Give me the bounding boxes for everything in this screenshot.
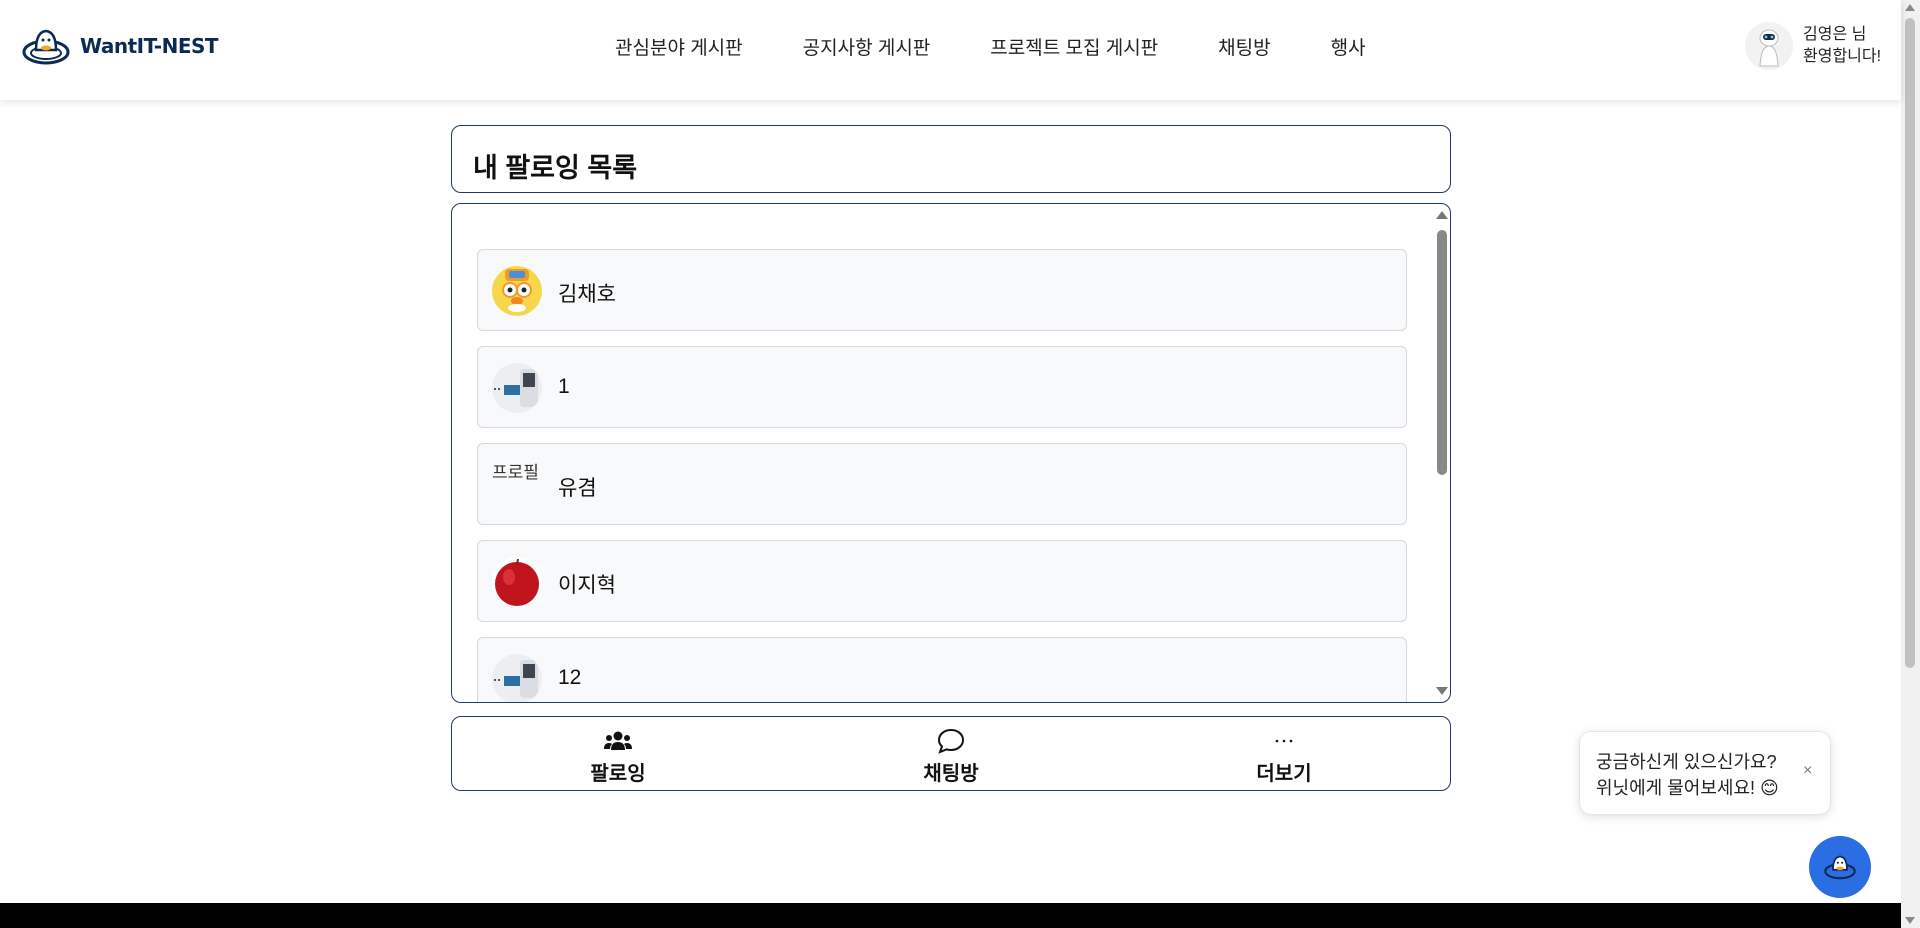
following-item[interactable]: 이지혁: [477, 540, 1407, 622]
tab-following[interactable]: 팔로잉: [558, 727, 678, 786]
following-name: 12: [558, 666, 582, 689]
main-nav: 관심분야 게시판 공지사항 게시판 프로젝트 모집 게시판 채팅방 행사: [615, 33, 1366, 60]
chatbot-line-2: 위닛에게 물어보세요! 😊: [1596, 778, 1779, 798]
chat-bubble-icon: [891, 727, 1011, 755]
tab-more-label: 더보기: [1256, 763, 1312, 785]
nest-logo-icon: [1824, 855, 1856, 880]
chatbot-line-1: 궁금하신게 있으신가요?: [1596, 752, 1777, 772]
following-item[interactable]: 1: [477, 346, 1407, 428]
greeting-line-2: 환영합니다!: [1803, 48, 1882, 65]
chatbot-tooltip: 궁금하신게 있으신가요? 위닛에게 물어보세요! 😊 ×: [1579, 731, 1831, 815]
user-avatar[interactable]: [1745, 22, 1793, 70]
user-greeting: 김영은 님 환영합니다!: [1803, 24, 1881, 68]
following-item[interactable]: 12: [477, 637, 1407, 702]
tab-chatroom[interactable]: 채팅방: [891, 727, 1011, 786]
following-name: 1: [558, 375, 570, 398]
page-scrollbar[interactable]: [1901, 0, 1920, 928]
tab-following-label: 팔로잉: [590, 763, 646, 785]
greeting-line-1: 김영은 님: [1803, 26, 1867, 43]
robot-avatar-icon: [1745, 22, 1793, 70]
following-name: 김채호: [558, 283, 616, 306]
chatbot-button[interactable]: [1809, 836, 1871, 898]
device-avatar-icon: [492, 363, 542, 413]
following-name: 이지혁: [558, 574, 616, 597]
nav-notice-board[interactable]: 공지사항 게시판: [803, 33, 931, 60]
logo-text: WantIT-NEST: [80, 34, 219, 58]
following-item[interactable]: 김채호: [477, 249, 1407, 331]
scrollbar-thumb[interactable]: [1437, 230, 1447, 475]
scroll-down-arrow-icon[interactable]: [1436, 687, 1448, 695]
footer-bar: [0, 903, 1901, 928]
broken-image-alt-text: 프로필: [492, 463, 539, 482]
chatbot-tooltip-text: 궁금하신게 있으신가요? 위닛에게 물어보세요! 😊: [1596, 749, 1779, 801]
tab-more[interactable]: 더보기: [1224, 727, 1344, 786]
page-scrollbar-thumb[interactable]: [1905, 18, 1915, 668]
nest-logo-icon: [22, 29, 70, 65]
nav-project-board[interactable]: 프로젝트 모집 게시판: [990, 33, 1158, 60]
list-scrollbar[interactable]: [1434, 208, 1448, 698]
page-scroll-down-icon[interactable]: [1905, 917, 1915, 924]
following-name: 유겸: [558, 477, 597, 500]
page-scroll-up-icon[interactable]: [1905, 4, 1915, 11]
scroll-up-arrow-icon[interactable]: [1436, 211, 1448, 219]
device-avatar-icon: [492, 654, 542, 702]
ellipsis-icon: [1224, 727, 1344, 755]
following-title-box: 내 팔로잉 목록: [451, 125, 1451, 193]
pororo-avatar-icon: [492, 266, 542, 316]
users-icon: [558, 727, 678, 755]
page-title: 내 팔로잉 목록: [473, 153, 638, 183]
top-header: WantIT-NEST 관심분야 게시판 공지사항 게시판 프로젝트 모집 게시…: [0, 0, 1901, 100]
broken-image-avatar-icon: 프로필: [492, 460, 542, 510]
bottom-tabbar: 팔로잉 채팅방 더보기: [451, 716, 1451, 791]
nav-interest-board[interactable]: 관심분야 게시판: [615, 33, 743, 60]
following-item[interactable]: 프로필 유겸: [477, 443, 1407, 525]
site-logo[interactable]: WantIT-NEST: [22, 26, 219, 66]
user-menu[interactable]: 김영은 님 환영합니다!: [1745, 22, 1881, 70]
nav-events[interactable]: 행사: [1331, 33, 1366, 60]
nav-chatroom[interactable]: 채팅방: [1218, 33, 1270, 60]
following-list[interactable]: 김채호 1 프로필 유겸 이지혁 12: [451, 203, 1451, 703]
close-icon[interactable]: ×: [1803, 762, 1812, 780]
apple-avatar-icon: [492, 557, 542, 607]
tab-chatroom-label: 채팅방: [923, 763, 979, 785]
